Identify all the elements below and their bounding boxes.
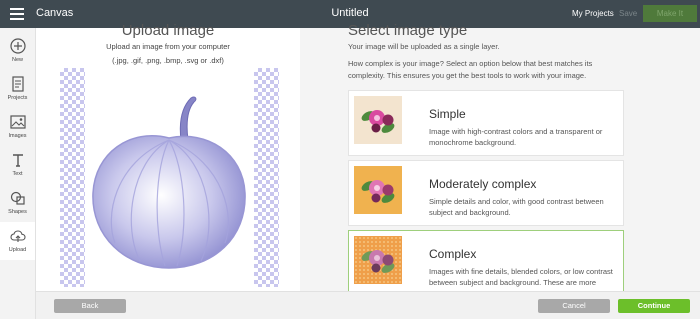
my-projects-link[interactable]: My Projects (572, 9, 614, 18)
moderately-complex-thumbnail (354, 166, 402, 214)
upload-formats: (.jpg, .gif, .png, .bmp, .svg or .dxf) (112, 56, 224, 65)
uploaded-image-preview (85, 68, 254, 287)
option-simple[interactable]: Simple Image with high-contrast colors a… (348, 90, 624, 156)
simple-thumbnail (354, 96, 402, 144)
option-complex[interactable]: Complex Images with fine details, blende… (348, 230, 624, 292)
option-name: Simple (429, 107, 466, 121)
images-icon (9, 115, 26, 129)
toolbar-item-shapes[interactable]: Shapes (0, 184, 35, 222)
toolbar-item-label: Text (12, 171, 23, 177)
save-button[interactable]: Save (619, 9, 637, 18)
toolbar-item-text[interactable]: Text (0, 146, 35, 184)
toolbar-item-projects[interactable]: Projects (0, 70, 35, 108)
toolbar-item-new[interactable]: New (0, 32, 35, 70)
transparency-checker-right (254, 68, 279, 287)
image-type-description: How complex is your image? Select an opt… (348, 59, 593, 80)
make-it-button[interactable]: Make It (643, 5, 697, 22)
back-button[interactable]: Back (54, 299, 126, 313)
toolbar-item-label: New (11, 57, 23, 63)
image-type-panel: Select image type Your image will be upl… (348, 22, 700, 292)
option-moderately-complex[interactable]: Moderately complex Simple details and co… (348, 160, 624, 226)
transparency-checker-left (60, 68, 85, 287)
continue-button[interactable]: Continue (618, 299, 690, 313)
toolbar-item-upload[interactable]: Upload (0, 222, 35, 260)
complex-thumbnail (354, 236, 402, 284)
toolbar-item-label: Shapes (8, 209, 27, 215)
upload-subtitle: Upload an image from your computer (106, 42, 230, 51)
option-description: Simple details and color, with good cont… (429, 197, 604, 217)
image-type-subtitle: Your image will be uploaded as a single … (348, 42, 500, 51)
toolbar-item-images[interactable]: Images (0, 108, 35, 146)
shapes-icon (10, 191, 25, 205)
upload-icon (9, 230, 26, 242)
option-description: Image with high-contrast colors and a tr… (429, 127, 603, 147)
toolbar-item-label: Upload (8, 247, 27, 253)
image-type-title: Select image type (348, 22, 468, 39)
toolbar-item-label: Images (8, 133, 27, 139)
main-content: Upload image Upload an image from your c… (36, 22, 700, 292)
pumpkin-image (92, 96, 246, 269)
option-name: Complex (429, 247, 477, 261)
text-icon (12, 154, 23, 167)
plus-circle-icon (9, 38, 26, 54)
upload-title: Upload image (121, 22, 215, 39)
left-toolbar: New Projects Images Text Shapes Upload (0, 28, 36, 319)
toolbar-item-label: Projects (7, 95, 28, 101)
footer-bar: Back Cancel Continue (36, 291, 700, 319)
cancel-button[interactable]: Cancel (538, 299, 610, 313)
option-description: Images with fine details, blended colors… (429, 267, 613, 287)
projects-icon (11, 76, 24, 92)
upload-panel: Upload image Upload an image from your c… (36, 22, 300, 291)
option-name: Moderately complex (429, 177, 537, 191)
